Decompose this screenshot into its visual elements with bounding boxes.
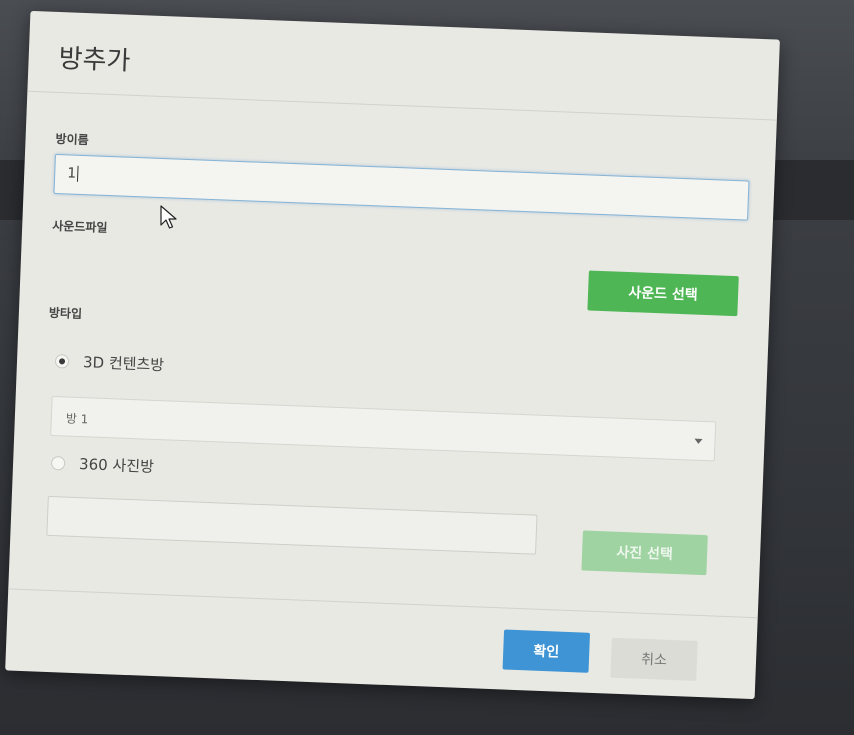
cancel-button[interactable]: 취소 [610, 637, 698, 681]
select-sound-button[interactable]: 사운드 선택 [587, 270, 739, 317]
dialog-footer-divider [8, 588, 758, 619]
radio-unchecked-icon[interactable] [50, 455, 66, 471]
sound-file-label: 사운드파일 [51, 218, 108, 235]
room-name-value: 1 [66, 165, 77, 182]
text-caret [76, 165, 79, 182]
room-name-label: 방이름 [55, 131, 89, 148]
add-room-dialog: 방추가 방이름 1 사운드파일 사운드 선택 방타입 3D 컨텐츠방 방 1 3… [5, 10, 780, 700]
content-room-select[interactable]: 방 1 [50, 395, 717, 462]
mouse-pointer-icon [160, 205, 177, 229]
radio-3d-content-label: 3D 컨텐츠방 [82, 353, 165, 375]
photo-file-input[interactable] [46, 495, 538, 555]
confirm-button[interactable]: 확인 [502, 629, 591, 673]
room-type-label: 방타입 [48, 305, 83, 322]
radio-checked-icon[interactable] [54, 353, 70, 369]
room-name-input[interactable]: 1 [53, 153, 750, 221]
radio-360-photo-room[interactable]: 360 사진방 [50, 452, 155, 477]
chevron-down-icon [694, 438, 703, 444]
dialog-title: 방추가 [58, 43, 131, 77]
radio-3d-content-room[interactable]: 3D 컨텐츠방 [54, 350, 165, 375]
select-photo-button[interactable]: 사진 선택 [581, 530, 708, 576]
content-room-selected: 방 1 [65, 411, 89, 427]
radio-360-photo-label: 360 사진방 [78, 455, 155, 476]
